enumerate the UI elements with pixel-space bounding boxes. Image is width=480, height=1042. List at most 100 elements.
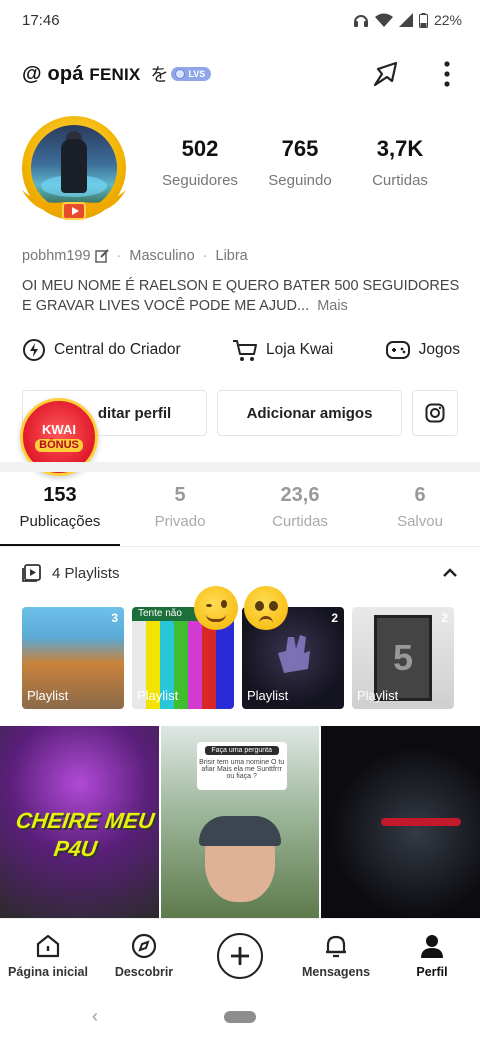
status-icons: 22% — [353, 12, 462, 28]
tab-count: 5 — [174, 484, 186, 506]
tab-saved[interactable]: 6 Salvou — [360, 484, 480, 530]
level-pill: LVS — [171, 67, 212, 81]
system-navigation: ‹ — [0, 992, 480, 1042]
playlist-count: 3 — [111, 611, 118, 625]
playlists-count-label: 4 Playlists — [52, 564, 120, 582]
emoji-mouth — [206, 614, 226, 622]
wifi-icon — [374, 13, 393, 27]
tab-label: Salvou — [397, 513, 443, 530]
add-friends-button[interactable]: Adicionar amigos — [217, 390, 402, 436]
tab-count: 6 — [414, 484, 426, 506]
compass-icon — [131, 933, 157, 958]
create-button[interactable] — [217, 932, 263, 979]
bio-more-link[interactable]: Mais — [317, 298, 348, 314]
tab-count: 153 — [43, 484, 77, 506]
stat-likes[interactable]: 3,7K Curtidas — [350, 136, 450, 189]
badge-kana: を — [150, 65, 169, 85]
nav-messages[interactable]: Mensagens — [288, 933, 384, 979]
creator-center-button[interactable]: Central do Criador — [22, 338, 181, 362]
question-title: Faça uma pergunta — [204, 746, 279, 755]
bio-text: OI MEU NOME É RAELSON E QUERO BATER 500 … — [22, 278, 460, 314]
tab-likes[interactable]: 23,6 Curtidas — [240, 484, 360, 530]
video-caption: CHEIRE MEU — [14, 808, 156, 833]
stat-value: 502 — [181, 136, 219, 161]
chevron-up-icon[interactable] — [442, 568, 458, 578]
playlists-header: 4 Playlists — [22, 564, 458, 582]
playlist-label: Playlist — [247, 688, 289, 703]
tab-private[interactable]: 5 Privado — [120, 484, 240, 530]
tab-publications[interactable]: 153 Publicações — [0, 484, 120, 530]
home-pill[interactable] — [224, 1011, 256, 1023]
emoji-eye — [255, 601, 264, 611]
more-vertical-icon — [444, 61, 450, 87]
video-thumbnail[interactable] — [321, 726, 480, 918]
video-light — [381, 818, 462, 826]
section-divider — [0, 462, 480, 472]
video-person-cap — [198, 816, 281, 846]
stat-value: 3,7K — [376, 136, 424, 161]
tabs-divider — [0, 546, 480, 547]
edit-icon[interactable] — [94, 249, 109, 263]
meta-separator: · — [116, 248, 122, 264]
lightning-icon — [23, 339, 45, 361]
gamepad-icon — [385, 341, 410, 359]
shortcuts-row: Central do Criador Loja Kwai Jogos — [22, 338, 460, 362]
cart-icon — [233, 340, 258, 361]
profile-tabs: 153 Publicações 5 Privado 23,6 Curtidas … — [0, 484, 480, 530]
stat-label: Seguindo — [268, 172, 332, 189]
playlist-count: 2 — [331, 611, 338, 625]
bottom-navigation: Página inicial Descobrir Mensagens Perfi… — [0, 918, 480, 992]
emoji-eye — [221, 600, 227, 608]
nav-profile[interactable]: Perfil — [384, 933, 480, 979]
play-badge-icon — [62, 202, 86, 220]
video-thumbnail[interactable]: Faça uma pergunta Brisir tem uma nomine … — [160, 726, 320, 918]
share-icon — [373, 61, 398, 87]
playlist-label: Playlist — [27, 688, 69, 703]
playlist-label: Playlist — [357, 688, 399, 703]
hand-icon — [278, 635, 310, 673]
level-dot-icon — [175, 69, 186, 79]
username: @ opá FENIX — [22, 63, 140, 86]
nav-label: Descobrir — [114, 964, 174, 979]
stat-followers[interactable]: 502 Seguidores — [150, 136, 250, 189]
username-text: @ opá — [22, 62, 84, 85]
video-grid: CHEIRE MEU P4U Faça uma pergunta Brisir … — [0, 726, 480, 918]
playlist-card[interactable]: 5 2 Playlist — [352, 607, 454, 709]
instagram-button[interactable] — [412, 390, 458, 436]
more-options-button[interactable] — [432, 59, 462, 89]
back-icon[interactable]: ‹ — [92, 1006, 98, 1027]
playlist-card[interactable]: 3 Playlist — [22, 607, 124, 709]
instagram-icon — [425, 403, 445, 423]
home-icon — [36, 934, 60, 957]
bonus-line1: KWAI — [42, 421, 76, 437]
profile-meta: pobhm199 · Masculino · Libra — [22, 248, 248, 264]
kwai-store-button[interactable]: Loja Kwai — [232, 338, 333, 362]
username-caps: FENIX — [89, 64, 141, 84]
games-button[interactable]: Jogos — [385, 339, 460, 361]
stat-following[interactable]: 765 Seguindo — [250, 136, 350, 189]
tab-count: 23,6 — [280, 484, 320, 506]
video-thumbnail[interactable]: CHEIRE MEU P4U — [0, 726, 159, 918]
avatar[interactable] — [18, 114, 130, 226]
nav-discover[interactable]: Descobrir — [96, 933, 192, 979]
share-button[interactable] — [372, 59, 402, 89]
header-actions — [372, 59, 462, 89]
shortcut-label: Central do Criador — [54, 341, 181, 358]
level-label: LVS — [188, 69, 206, 79]
nav-label: Página inicial — [8, 964, 88, 979]
level-badge[interactable]: を LVS — [150, 61, 212, 87]
playlist-count: 2 — [441, 611, 448, 625]
tab-label: Curtidas — [272, 513, 328, 530]
meta-separator: · — [202, 248, 208, 264]
playlist-icon — [22, 564, 41, 582]
battery-percent: 22% — [433, 12, 462, 28]
tab-label: Publicações — [19, 513, 101, 530]
tab-label: Privado — [154, 513, 206, 530]
video-caption: P4U — [52, 836, 99, 861]
nav-label: Perfil — [416, 964, 448, 979]
profile-header: @ opá FENIX を LVS — [22, 52, 462, 96]
nav-create[interactable] — [192, 932, 288, 979]
person-icon — [421, 934, 443, 958]
nav-home[interactable]: Página inicial — [0, 933, 96, 979]
stat-label: Seguidores — [162, 172, 238, 189]
